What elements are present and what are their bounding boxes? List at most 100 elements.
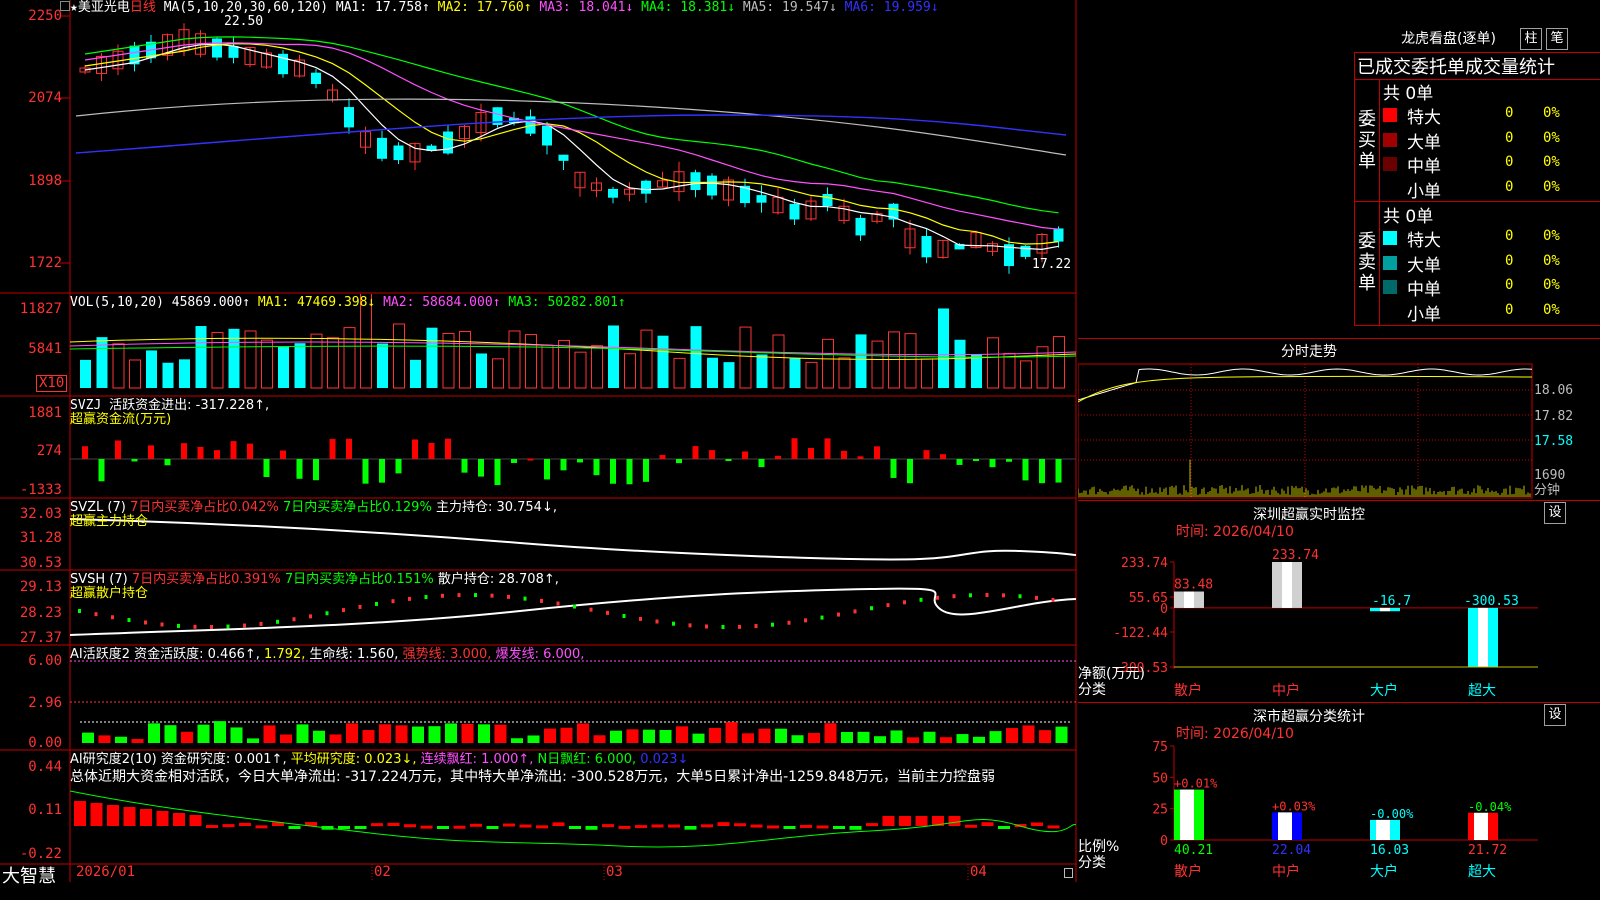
stock-name[interactable]: 美亚光电 <box>78 0 130 15</box>
research-bar <box>239 822 251 826</box>
y-tick-label: 0 <box>1160 602 1168 617</box>
research-bar <box>503 823 515 827</box>
sz-class-chart[interactable]: 75 50 25 0 +0.01% 40.21 散户 +0.03% 22.04 中户 -0.00% 1… <box>1078 702 1600 900</box>
brand-logo[interactable]: 大智慧 <box>2 862 56 888</box>
sz-class-y-unit: 比例% <box>1078 839 1120 855</box>
flow-bar <box>148 445 154 459</box>
ai-active-header: AI活跃度2 资金活跃度: 0.466↑, 1.792, 生命线: 1.560,… <box>70 647 584 662</box>
buy-total: 共 0单 <box>1383 84 1434 104</box>
star-icon[interactable]: ★ <box>70 0 78 15</box>
candle-body <box>558 154 569 161</box>
category-label: 散户 <box>1174 682 1202 699</box>
volume-bar <box>377 343 388 388</box>
activity-bar <box>263 725 276 743</box>
category-label: 中户 <box>1272 863 1300 880</box>
svsh-tick <box>556 601 560 606</box>
candlestick-chart[interactable] <box>70 0 1076 290</box>
flow-bar <box>626 459 633 485</box>
svzj-tick-1: 1881 <box>28 405 62 421</box>
sell-total: 共 0单 <box>1383 207 1434 227</box>
y-tick-label: 50 <box>1152 771 1168 786</box>
vol-unit-badge[interactable]: X10 <box>36 375 68 392</box>
buy-row-count: 0 <box>1505 105 1514 121</box>
intraday-chart[interactable] <box>1078 360 1600 500</box>
y-tick-label: 75 <box>1152 740 1168 755</box>
ai-active-tick-1: 6.00 <box>28 653 62 669</box>
activity-bar <box>379 724 391 743</box>
price-low-label: 17.22 <box>1032 257 1072 272</box>
pen-mode-button[interactable]: 笔 <box>1546 28 1568 50</box>
svsh-tick <box>738 624 741 629</box>
legend-swatch <box>1383 255 1397 270</box>
svzl-header: SVZL (7) 7日内买卖净占比0.042% 7日内买卖净占比0.129% 主… <box>70 500 557 515</box>
volume-bar <box>855 334 867 388</box>
ai-research-t4: N日飘红: 6.000, <box>537 752 637 767</box>
sell-row-count: 0 <box>1505 301 1514 318</box>
buy-row-count: 0 <box>1505 129 1514 146</box>
period-label[interactable]: 日线 <box>130 0 156 15</box>
y-tick-label: -122.44 <box>1113 626 1168 641</box>
svsh-tick <box>985 593 989 598</box>
ai-research-chart[interactable] <box>70 751 1076 864</box>
svsh-tick <box>111 615 114 620</box>
ai-research-tick-3: -0.22 <box>19 846 62 862</box>
category-label: 超大 <box>1468 683 1496 699</box>
intraday-tick-4: 1690 <box>1534 468 1566 483</box>
sz-monitor-chart[interactable]: 233.7455.650-122.44-300.5383.48散户233.74中… <box>1078 500 1600 700</box>
flow-bar <box>164 459 171 466</box>
vol-value: 45869.000↑ <box>171 295 251 310</box>
research-bar <box>107 805 119 826</box>
volume-bar <box>789 358 801 388</box>
vol-header: VOL(5,10,20) 45869.000↑ MA1: 47469.398↓ … <box>70 295 626 310</box>
flow-bar <box>593 459 600 476</box>
lock-icon[interactable] <box>1064 868 1073 878</box>
flow-bar <box>791 438 798 459</box>
activity-bar <box>428 726 441 743</box>
flow-bar <box>709 450 715 459</box>
bar-mode-button[interactable]: 柱 <box>1520 28 1542 50</box>
research-bar <box>90 803 103 826</box>
activity-bar <box>1022 725 1035 743</box>
ai-active-t1: 资金活跃度: 0.466↑, <box>134 647 260 662</box>
candle-body <box>789 203 800 220</box>
category-label: 散户 <box>1174 863 1202 880</box>
volume-bar <box>756 354 768 388</box>
activity-bar <box>709 727 721 743</box>
activity-bar <box>808 732 820 743</box>
vol-title: VOL(5,10,20) <box>70 295 164 310</box>
volume-bar <box>244 330 257 389</box>
svsh-tick <box>457 593 461 598</box>
sell-row-pct: 0% <box>1543 277 1560 293</box>
flow-bar <box>1022 459 1029 481</box>
svzl-t2: 7日内买卖净占比0.129% <box>282 500 432 515</box>
activity-bar <box>412 726 424 743</box>
vol-tick-2: 5841 <box>28 341 62 357</box>
svzj-subtitle: 超赢资金流(万元) <box>70 412 172 427</box>
svsh-line <box>70 587 1076 636</box>
main-chart-area[interactable]: ★美亚光电日线 MA(5,10,20,30,60,120) MA1: 17.75… <box>0 0 1078 887</box>
activity-bar <box>742 733 754 743</box>
svsh-tick <box>259 621 263 626</box>
activity-bar <box>643 729 655 743</box>
research-bar <box>849 826 862 830</box>
svsh-tick <box>589 607 593 612</box>
research-bar <box>1031 822 1043 826</box>
svsh-tick <box>1051 597 1055 602</box>
value-label: 21.72 <box>1468 843 1507 858</box>
volume-bar <box>80 359 91 388</box>
ai-research-t1: 资金研究度: 0.001↑, <box>160 752 287 767</box>
svsh-t3: 散户持仓: 28.708↑, <box>437 572 559 587</box>
svsh-tick <box>358 604 362 609</box>
activity-bar <box>610 730 622 743</box>
research-bar <box>255 825 268 829</box>
flow-bar <box>379 459 385 483</box>
research-bar <box>536 825 548 829</box>
research-bar <box>981 822 994 826</box>
volume-bar <box>608 325 619 388</box>
research-bar <box>123 807 136 826</box>
dragon-tiger-header: 已成交委托单成交量统计 <box>1357 57 1555 78</box>
volume-bar <box>673 357 686 389</box>
date-label-3: 03 <box>606 864 623 880</box>
volume-bar <box>476 353 487 388</box>
activity-bar <box>791 735 804 743</box>
